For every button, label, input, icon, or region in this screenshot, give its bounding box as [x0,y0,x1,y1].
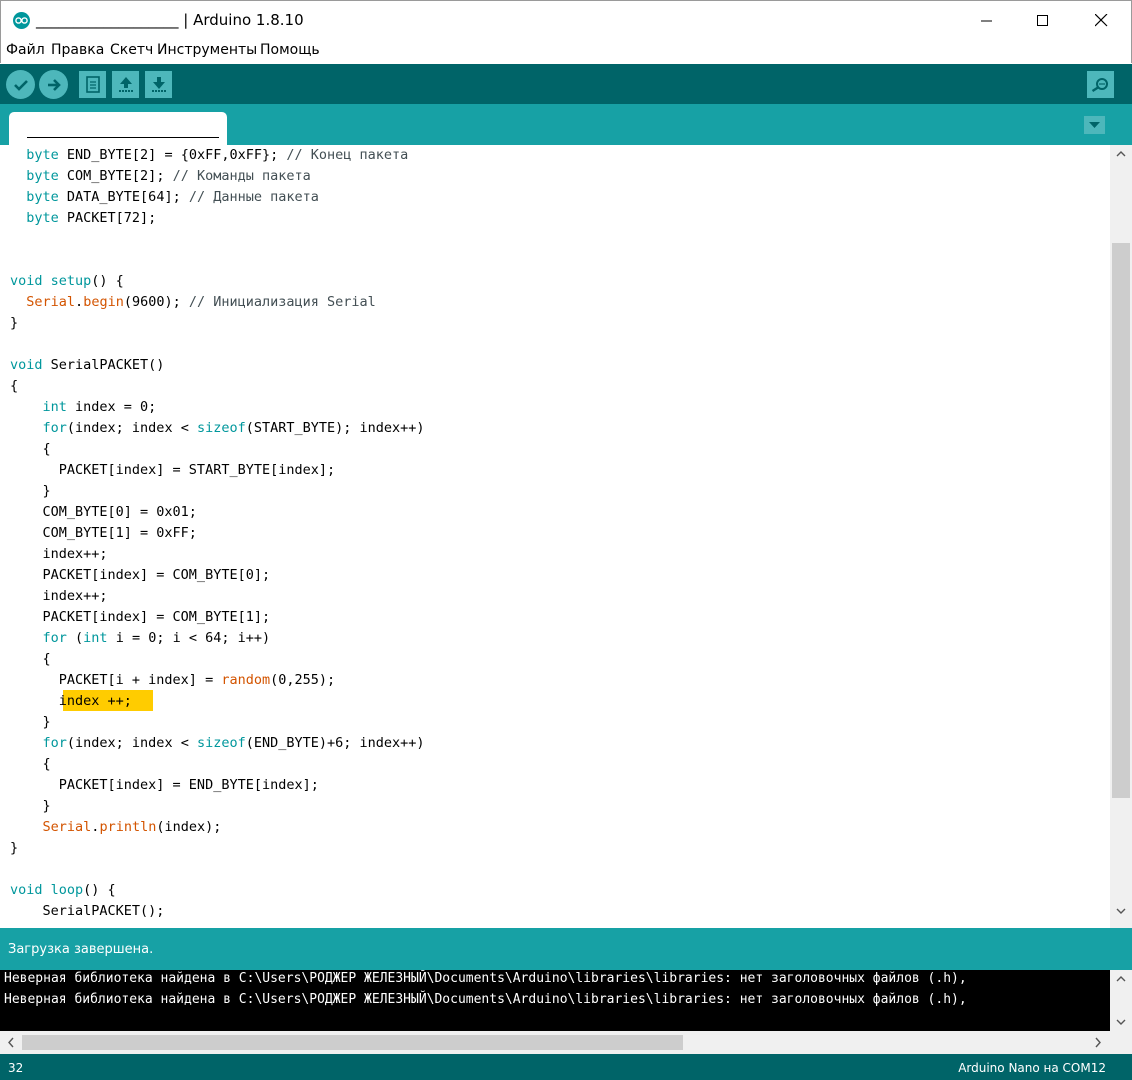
scroll-down-icon[interactable] [1116,1018,1126,1026]
code-line[interactable]: } [10,313,18,334]
console-vertical-scrollbar[interactable] [1110,970,1132,1031]
menu-edit[interactable]: Правка [51,42,104,58]
code-line[interactable]: Serial.println(index); [10,817,222,838]
menu-help[interactable]: Помощь [260,42,320,58]
code-line[interactable]: int index = 0; [10,397,157,418]
file-icon [85,76,100,93]
code-line[interactable]: byte PACKET[72]; [10,208,156,229]
code-line[interactable]: void setup() { [10,271,124,292]
arrow-right-icon [47,78,61,91]
code-line[interactable]: PACKET[index] = COM_BYTE[0]; [10,565,271,586]
arduino-logo-icon [13,12,30,29]
scroll-up-icon[interactable] [1116,150,1126,158]
code-line[interactable]: for (int i = 0; i < 64; i++) [10,628,271,649]
arrow-down-icon [151,77,166,92]
console-horizontal-scrollbar[interactable] [0,1031,1132,1054]
code-line[interactable]: COM_BYTE[1] = 0xFF; [10,523,197,544]
code-line[interactable]: COM_BYTE[0] = 0x01; [10,502,197,523]
code-line[interactable]: { [10,754,51,775]
code-line[interactable]: PACKET[i + index] = random(0,255); [10,670,335,691]
code-line[interactable]: index++; [10,586,108,607]
code-line[interactable]: void loop() { [10,880,116,901]
serial-monitor-button[interactable] [1087,71,1114,98]
menu-sketch[interactable]: Скетч [110,42,153,58]
code-line[interactable]: byte END_BYTE[2] = {0xFF,0xFF}; // Конец… [10,145,408,166]
check-icon [13,79,28,91]
code-line[interactable]: void SerialPACKET() [10,355,164,376]
menu-tools[interactable]: Инструменты [157,42,257,58]
tab-bar [0,104,1132,145]
close-icon [1094,14,1107,27]
magnifier-icon [1091,78,1108,92]
console-line: Неверная библиотека найдена в C:\Users\Р… [4,992,967,1007]
code-line[interactable]: { [10,376,18,397]
menu-bar: Файл Правка Скетч Инструменты Помощь [0,39,1132,63]
open-sketch-button[interactable] [112,71,139,98]
console-scroll-thumb[interactable] [22,1035,683,1050]
code-line[interactable]: } [10,481,51,502]
verify-button[interactable] [6,70,35,99]
code-line[interactable]: for(index; index < sizeof(END_BYTE)+6; i… [10,733,425,754]
code-line[interactable]: { [10,649,51,670]
console-output[interactable]: Неверная библиотека найдена в C:\Users\Р… [0,970,1110,1031]
status-bar: Загрузка завершена. [0,928,1132,970]
board-port-info: Arduino Nano на COM12 [958,1061,1106,1075]
code-line[interactable]: } [10,796,51,817]
save-sketch-button[interactable] [145,71,172,98]
scroll-left-icon[interactable] [7,1037,15,1048]
new-sketch-button[interactable] [79,71,106,98]
arrow-up-icon [118,77,133,92]
code-line[interactable]: byte DATA_BYTE[64]; // Данные пакета [10,187,319,208]
editor-vertical-scrollbar[interactable] [1110,145,1132,928]
tab-menu-button[interactable] [1084,116,1105,134]
code-line[interactable]: { [10,439,51,460]
code-line[interactable]: byte COM_BYTE[2]; // Команды пакета [10,166,310,187]
editor-scroll-thumb[interactable] [1112,243,1130,798]
line-number: 32 [8,1061,24,1075]
upload-button[interactable] [39,70,68,99]
code-line[interactable]: PACKET[index] = END_BYTE[index]; [10,775,319,796]
code-line[interactable]: SerialPACKET(); [10,901,165,922]
code-line[interactable]: index++; [10,544,108,565]
code-line[interactable]: Serial.begin(9600); // Инициализация Ser… [10,292,376,313]
tab-sketch[interactable] [9,112,227,145]
code-line[interactable]: PACKET[index] = COM_BYTE[1]; [10,607,271,628]
code-line[interactable]: index ++; [10,691,132,712]
code-editor[interactable]: byte END_BYTE[2] = {0xFF,0xFF}; // Конец… [0,145,1110,928]
scroll-up-icon[interactable] [1116,975,1126,983]
minimize-button[interactable] [957,1,1017,40]
bottom-status-bar: 32 Arduino Nano на COM12 [0,1054,1132,1080]
chevron-down-icon [1089,121,1100,128]
scroll-down-icon[interactable] [1116,907,1126,915]
code-line[interactable]: for(index; index < sizeof(START_BYTE); i… [10,418,425,439]
title-bar: ___________________ | Arduino 1.8.10 [0,0,1132,39]
window-title: ___________________ | Arduino 1.8.10 [36,11,304,29]
minimize-icon [981,20,992,21]
scroll-right-icon[interactable] [1094,1037,1102,1048]
tab-label-redacted [27,137,219,138]
toolbar [0,64,1132,104]
console-line: Неверная библиотека найдена в C:\Users\Р… [4,971,967,986]
maximize-button[interactable] [1013,1,1073,40]
code-line[interactable]: } [10,838,18,859]
maximize-icon [1037,14,1048,26]
status-message: Загрузка завершена. [8,942,154,957]
menu-file[interactable]: Файл [6,42,45,58]
code-line[interactable]: } [10,712,51,733]
code-line[interactable]: PACKET[index] = START_BYTE[index]; [10,460,335,481]
close-button[interactable] [1071,1,1131,40]
